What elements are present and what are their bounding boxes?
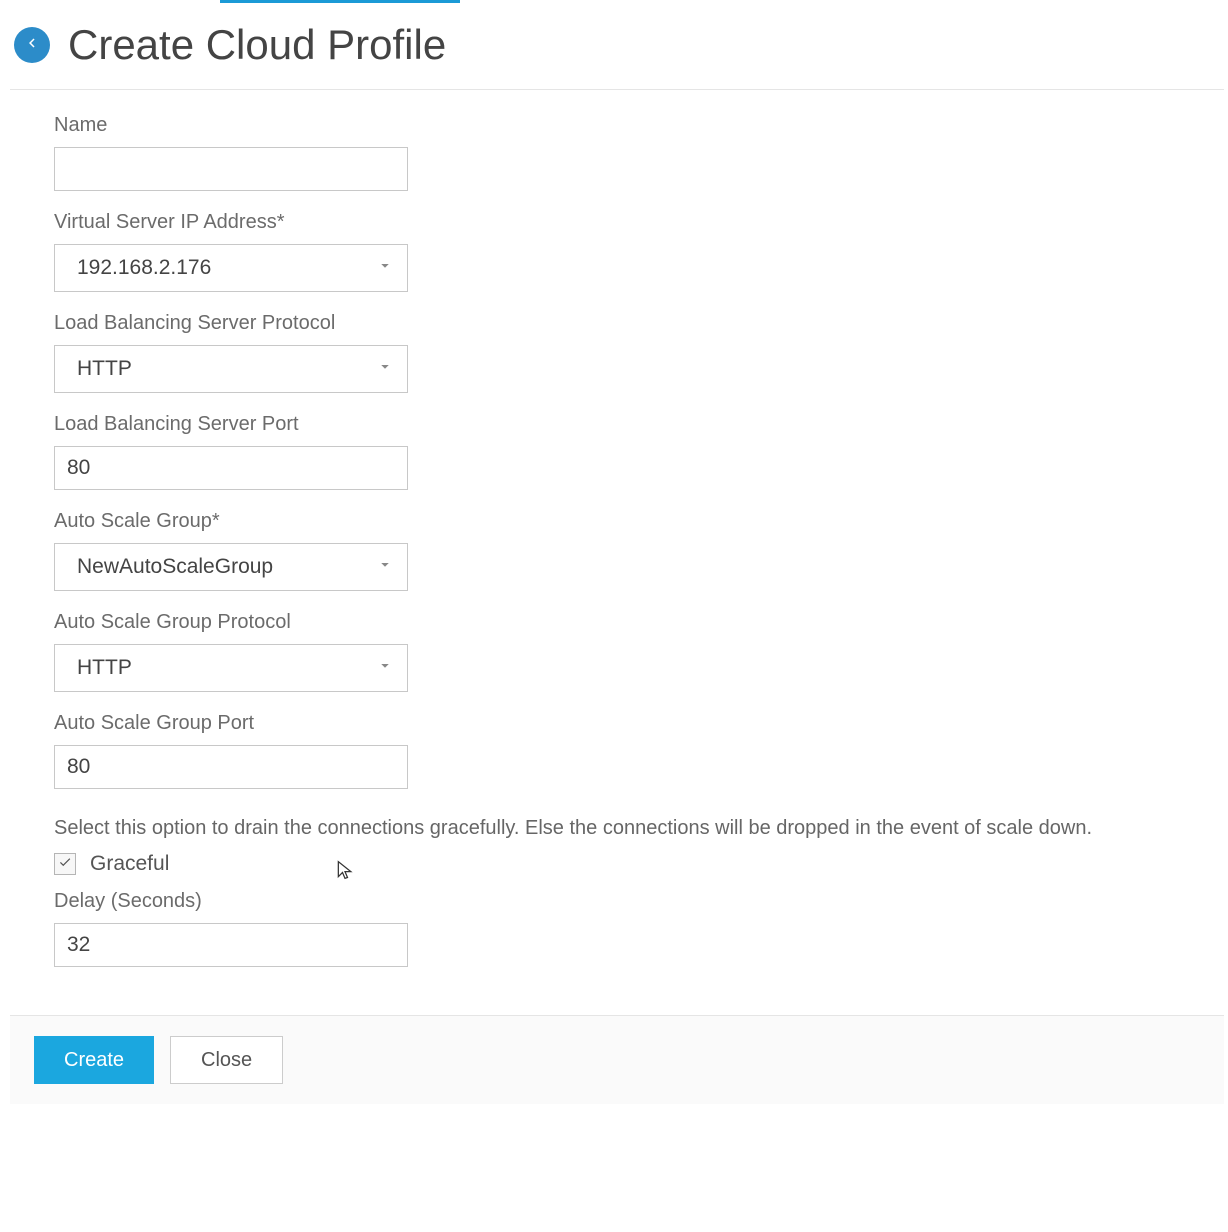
back-button[interactable] bbox=[14, 27, 50, 63]
form-panel: Name Virtual Server IP Address* Load Bal… bbox=[10, 89, 1224, 1016]
auto-scale-group-select[interactable] bbox=[54, 543, 408, 591]
asg-protocol-label: Auto Scale Group Protocol bbox=[54, 611, 1180, 634]
auto-scale-group-label: Auto Scale Group* bbox=[54, 510, 1180, 533]
graceful-label: Graceful bbox=[90, 852, 169, 876]
virtual-server-ip-label: Virtual Server IP Address* bbox=[54, 211, 1180, 234]
create-button[interactable]: Create bbox=[34, 1036, 154, 1084]
delay-input[interactable] bbox=[54, 923, 408, 967]
lb-port-label: Load Balancing Server Port bbox=[54, 413, 1180, 436]
footer-actions: Create Close bbox=[10, 1016, 1224, 1104]
back-arrow-icon bbox=[23, 34, 41, 57]
asg-protocol-select[interactable] bbox=[54, 644, 408, 692]
name-input[interactable] bbox=[54, 147, 408, 191]
name-label: Name bbox=[54, 114, 1180, 137]
lb-protocol-select[interactable] bbox=[54, 345, 408, 393]
virtual-server-ip-select[interactable] bbox=[54, 244, 408, 292]
lb-protocol-label: Load Balancing Server Protocol bbox=[54, 312, 1180, 335]
page-title: Create Cloud Profile bbox=[68, 21, 446, 69]
check-icon bbox=[58, 855, 72, 874]
asg-port-input[interactable] bbox=[54, 745, 408, 789]
page-header: Create Cloud Profile bbox=[0, 3, 1228, 89]
graceful-checkbox[interactable] bbox=[54, 853, 76, 875]
lb-port-input[interactable] bbox=[54, 446, 408, 490]
graceful-info-text: Select this option to drain the connecti… bbox=[54, 817, 1180, 840]
delay-label: Delay (Seconds) bbox=[54, 890, 1180, 913]
asg-port-label: Auto Scale Group Port bbox=[54, 712, 1180, 735]
close-button[interactable]: Close bbox=[170, 1036, 283, 1084]
